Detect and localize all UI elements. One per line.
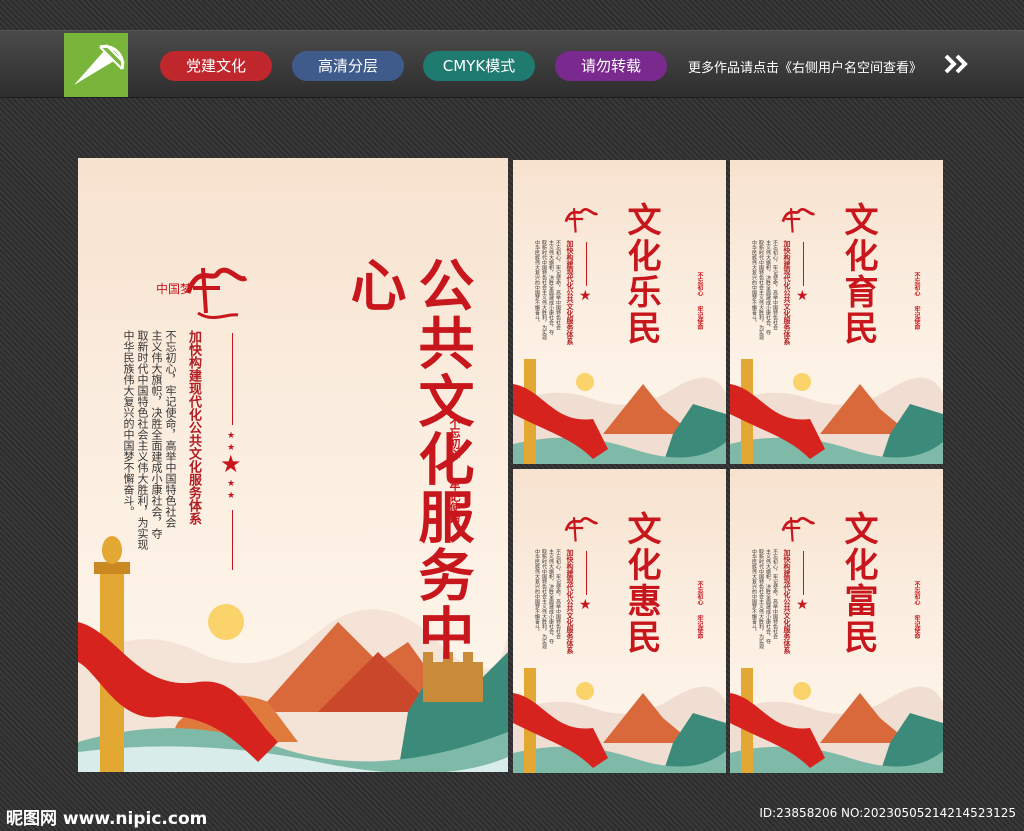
- body-line: 中华民族伟大复兴的中国梦不懈奋斗。: [751, 240, 757, 325]
- divider-line: [586, 242, 587, 286]
- small-poster: 文化富民 ★ 加快构建现代化公共文化服务体系 不忘初心，牢记使命，高举中国特色社…: [730, 469, 943, 773]
- slogan: 牢记使命: [913, 615, 920, 639]
- site-logo[interactable]: [64, 33, 128, 97]
- poster-subhead: 加快构建现代化公共文化服务体系: [783, 549, 792, 654]
- body-line: 主义伟大旗帜，决胜全面建成小康社会，夺: [150, 330, 163, 539]
- tag-party-culture[interactable]: 党建文化: [160, 51, 272, 81]
- slogan: 不忘初心: [448, 416, 461, 460]
- body-line: 中华民族伟大复兴的中国梦不懈奋斗。: [534, 549, 540, 634]
- slogan: 不忘初心: [696, 272, 703, 296]
- svg-text:★: ★: [227, 479, 235, 489]
- body-line: 不忘初心，牢记使命，高举中国特色社会: [555, 549, 561, 639]
- body-line: 主义伟大旗帜，决胜全面建成小康社会，夺: [765, 549, 771, 644]
- poster-title: 文化乐民: [621, 202, 661, 346]
- small-poster: 文化乐民 ★ 加快构建现代化公共文化服务体系 不忘初心，牢记使命，高举中国特色社…: [513, 160, 726, 464]
- chinese-dream-logo: [781, 208, 816, 233]
- body-line: 主义伟大旗帜，决胜全面建成小康社会，夺: [548, 549, 554, 644]
- stars-decoration: ★ ★ ★ ★ ★: [220, 431, 242, 501]
- slogan: 不忘初心: [913, 272, 920, 296]
- slogan: 牢记使命: [696, 615, 703, 639]
- poster-title: 公共文化服务中心: [341, 256, 475, 662]
- body-line: 取新时代中国特色社会主义伟大胜利，为实现: [541, 240, 547, 340]
- poster-title: 文化育民: [838, 202, 878, 346]
- body-line: 取新时代中国特色社会主义伟大胜利，为实现: [136, 330, 149, 550]
- tag-no-repost[interactable]: 请勿转载: [555, 51, 667, 81]
- body-line: 中华民族伟大复兴的中国梦不懈奋斗。: [751, 549, 757, 634]
- watermark-site: 昵图网 www.nipic.com: [6, 809, 208, 829]
- poster-subhead: 加快构建现代化公共文化服务体系: [186, 330, 201, 525]
- top-banner: 党建文化 高清分层 CMYK模式 请勿转载 更多作品请点击《右侧用户名空间查看》: [0, 30, 1024, 98]
- body-line: 不忘初心，牢记使命，高举中国特色社会: [164, 330, 177, 528]
- slogan: 牢记使命: [696, 306, 703, 330]
- svg-text:★: ★: [227, 431, 235, 441]
- tag-cmyk[interactable]: CMYK模式: [423, 51, 535, 81]
- divider-line-lower: [232, 510, 233, 570]
- double-chevron-right-icon[interactable]: [944, 54, 972, 74]
- star-icon: ★: [579, 288, 592, 304]
- chinese-dream-logo: [781, 517, 816, 542]
- body-line: 主义伟大旗帜，决胜全面建成小康社会，夺: [765, 240, 771, 335]
- image-id: ID:23858206 NO:20230505214214523125: [759, 806, 1016, 820]
- body-line: 中华民族伟大复兴的中国梦不懈奋斗。: [534, 240, 540, 325]
- poster-title: 文化惠民: [621, 511, 661, 655]
- poster-subhead: 加快构建现代化公共文化服务体系: [566, 549, 575, 654]
- small-poster: 文化育民 ★ 加快构建现代化公共文化服务体系 不忘初心，牢记使命，高举中国特色社…: [730, 160, 943, 464]
- body-line: 不忘初心，牢记使命，高举中国特色社会: [555, 240, 561, 330]
- poster-subhead: 加快构建现代化公共文化服务体系: [783, 240, 792, 345]
- main-poster: 中国梦 公共文化服务中心 ★ ★ ★ ★ ★ 加快构建现代化公共文化服务体系 不…: [78, 158, 508, 772]
- svg-text:★: ★: [220, 450, 242, 478]
- divider-line: [586, 551, 587, 595]
- divider-line: [232, 333, 233, 425]
- slogan: 牢记使命: [913, 306, 920, 330]
- divider-line: [803, 551, 804, 595]
- landscape-illustration: [730, 668, 943, 773]
- slogan: 不忘初心: [913, 581, 920, 605]
- poster-title: 文化富民: [838, 511, 878, 655]
- star-icon: ★: [796, 597, 809, 613]
- poster-subhead: 加快构建现代化公共文化服务体系: [566, 240, 575, 345]
- star-icon: ★: [796, 288, 809, 304]
- promo-text[interactable]: 更多作品请点击《右侧用户名空间查看》: [688, 57, 922, 76]
- slogan: 牢记使命: [448, 480, 461, 524]
- small-poster: 文化惠民 ★ 加快构建现代化公共文化服务体系 不忘初心，牢记使命，高举中国特色社…: [513, 469, 726, 773]
- star-icon: ★: [579, 597, 592, 613]
- tag-hd-layers[interactable]: 高清分层: [292, 51, 404, 81]
- body-line: 取新时代中国特色社会主义伟大胜利，为实现: [758, 240, 764, 340]
- landscape-illustration: [730, 359, 943, 464]
- chinese-dream-logo: [564, 208, 599, 233]
- body-line: 不忘初心，牢记使命，高举中国特色社会: [772, 549, 778, 639]
- body-line: 中华民族伟大复兴的中国梦不懈奋斗。: [122, 330, 135, 517]
- divider-line: [803, 242, 804, 286]
- landscape-illustration: [513, 668, 726, 773]
- pen-nib-icon: [74, 44, 125, 85]
- slogan: 不忘初心: [696, 581, 703, 605]
- body-line: 取新时代中国特色社会主义伟大胜利，为实现: [758, 549, 764, 649]
- body-line: 取新时代中国特色社会主义伟大胜利，为实现: [541, 549, 547, 649]
- body-line: 不忘初心，牢记使命，高举中国特色社会: [772, 240, 778, 330]
- body-line: 主义伟大旗帜，决胜全面建成小康社会，夺: [548, 240, 554, 335]
- logo-text: 中国梦: [156, 282, 193, 296]
- svg-text:★: ★: [227, 491, 235, 501]
- chinese-dream-logo: [564, 517, 599, 542]
- landscape-illustration: [513, 359, 726, 464]
